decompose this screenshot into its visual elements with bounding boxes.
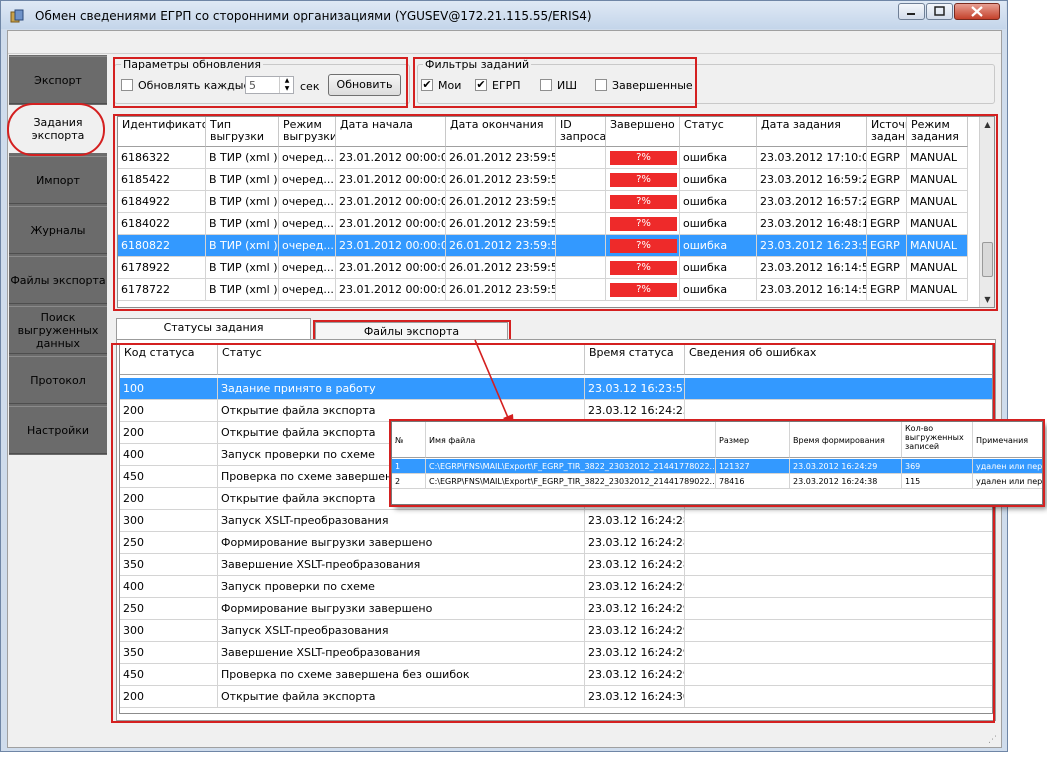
title-bar[interactable]: Обмен сведениями ЕГРП со сторонними орга… [1, 1, 1006, 29]
maximize-button[interactable] [926, 3, 953, 20]
highlight-active-nav [7, 103, 105, 156]
size-grip-icon[interactable]: ⋰ [988, 735, 997, 745]
close-button[interactable] [954, 3, 1000, 20]
minimize-icon [907, 13, 915, 15]
sidebar-item-label: Настройки [26, 423, 90, 437]
sidebar-item-label: Поиск выгруженных данных [17, 310, 99, 350]
sidebar-item-journals[interactable]: Журналы [9, 206, 107, 254]
highlight-status-grid [111, 343, 995, 723]
toolbar-strip [8, 31, 1001, 54]
window-title: Обмен сведениями ЕГРП со сторонними орга… [35, 9, 592, 23]
sidebar-item-label: Импорт [36, 173, 80, 187]
sidebar-item-export-files[interactable]: Файлы экспорта [9, 256, 107, 304]
sidebar-item-import[interactable]: Импорт [9, 156, 107, 204]
annotation-arrow-icon [474, 339, 514, 428]
minimize-button[interactable] [898, 3, 925, 20]
sidebar-item-label: Протокол [30, 373, 86, 387]
app-icon [10, 9, 24, 23]
sidebar-item-label: Экспорт [34, 73, 82, 87]
tab-job-statuses[interactable]: Статусы задания [116, 318, 311, 340]
highlight-update-params [113, 57, 408, 108]
sidebar-item-label: Файлы экспорта [10, 273, 106, 287]
maximize-icon [934, 6, 945, 16]
sidebar-item-search-exported-data[interactable]: Поиск выгруженных данных [9, 306, 107, 354]
highlight-export-files-popup [389, 419, 1045, 507]
sidebar-item-protocol[interactable]: Протокол [9, 356, 107, 404]
sidebar-item-export[interactable]: Экспорт [9, 56, 107, 104]
sidebar-item-label: Журналы [30, 223, 86, 237]
highlight-filters [413, 57, 697, 108]
sidebar-item-settings[interactable]: Настройки [9, 406, 107, 454]
close-icon [971, 6, 983, 17]
highlight-jobs-grid [113, 114, 998, 311]
